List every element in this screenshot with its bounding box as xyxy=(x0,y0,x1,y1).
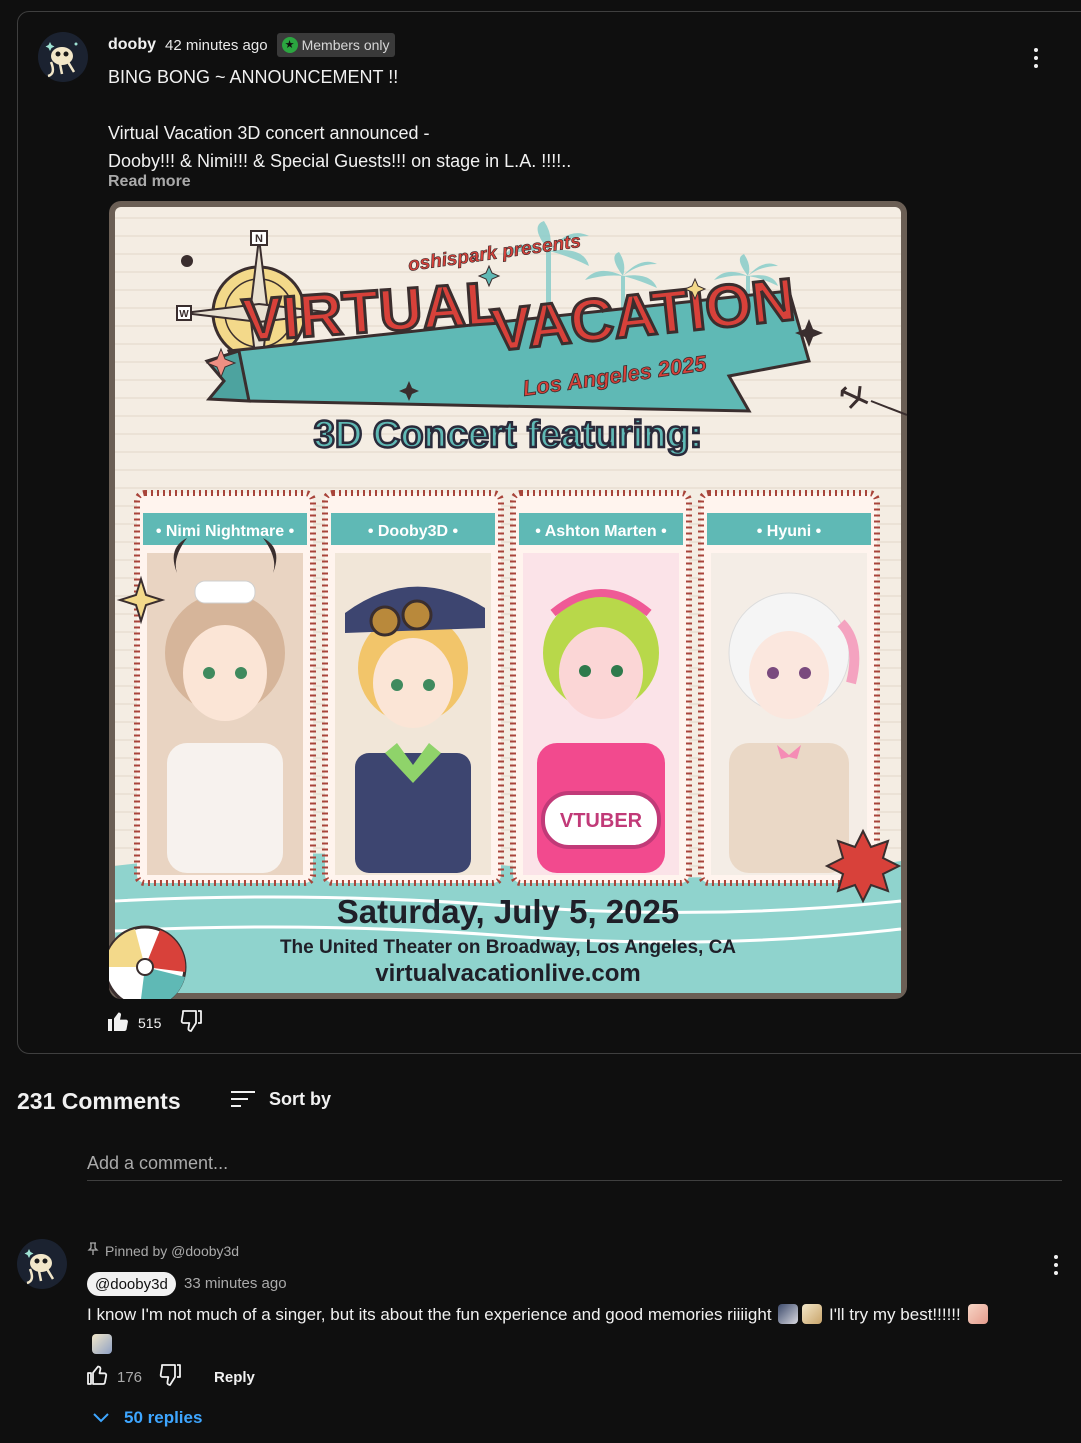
sort-icon[interactable] xyxy=(231,1089,257,1109)
comment-author-handle[interactable]: @dooby3d xyxy=(87,1272,176,1296)
pin-icon xyxy=(87,1242,99,1259)
comment-text-part-b: I'll try my best!!!!!! xyxy=(829,1305,961,1324)
performer-dooby: • Dooby3D • xyxy=(368,523,459,540)
replies-count: 50 replies xyxy=(124,1408,203,1427)
poster-headline: 3D Concert featuring: xyxy=(314,414,702,456)
post-text: BING BONG ~ ANNOUNCEMENT !! Virtual Vaca… xyxy=(108,63,571,175)
post-line: Dooby!!! & Nimi!!! & Special Guests!!! o… xyxy=(108,151,572,171)
view-replies-button[interactable]: 50 replies xyxy=(92,1408,202,1428)
emote-icon xyxy=(778,1304,799,1324)
comment-like-count: 176 xyxy=(117,1368,143,1386)
emote-icon xyxy=(92,1334,112,1354)
post-header: dooby 42 minutes ago ★ Members only xyxy=(108,33,395,57)
post-menu-kebab-icon[interactable] xyxy=(1021,43,1051,73)
comment-menu-kebab-icon[interactable] xyxy=(1041,1250,1071,1280)
shirt-text: VTUBER xyxy=(560,810,643,832)
pinned-label: Pinned by @dooby3d xyxy=(87,1242,239,1259)
thumb-down-icon[interactable] xyxy=(158,1363,182,1392)
post-line: Virtual Vacation 3D concert announced - xyxy=(108,123,430,143)
performer-nimi: • Nimi Nightmare • xyxy=(156,523,295,540)
post-image[interactable]: N W S oshispark presents VIRTUAL VACATIO… xyxy=(109,201,907,999)
post-like-count: 515 xyxy=(138,1015,162,1031)
thumb-up-icon[interactable] xyxy=(85,1363,109,1392)
comment-text: I know I'm not much of a singer, but its… xyxy=(87,1303,990,1327)
performer-ashton: • Ashton Marten • xyxy=(535,523,667,540)
pinned-text: Pinned by @dooby3d xyxy=(105,1242,240,1259)
add-comment-input[interactable]: Add a comment... xyxy=(87,1151,1062,1181)
post-like-row: 515 xyxy=(106,1009,203,1038)
comments-count: 231 Comments xyxy=(17,1088,181,1114)
reply-button[interactable]: Reply xyxy=(214,1369,255,1386)
comment-text-part-a: I know I'm not much of a singer, but its… xyxy=(87,1305,772,1324)
commenter-avatar[interactable] xyxy=(17,1239,67,1289)
poster-date: Saturday, July 5, 2025 xyxy=(337,893,679,930)
badge-label: Members only xyxy=(301,37,390,53)
thumb-down-icon[interactable] xyxy=(179,1009,203,1038)
compass-w: W xyxy=(179,309,189,320)
sort-by-button[interactable]: Sort by xyxy=(269,1089,331,1110)
chevron-down-icon xyxy=(92,1408,110,1428)
performer-hyuni: • Hyuni • xyxy=(757,523,822,540)
comment-actions: 176 Reply xyxy=(85,1363,255,1392)
channel-avatar[interactable] xyxy=(38,32,88,82)
poster-venue: The United Theater on Broadway, Los Ange… xyxy=(280,937,736,958)
read-more-link[interactable]: Read more xyxy=(108,173,191,191)
community-post: dooby 42 minutes ago ★ Members only BING… xyxy=(17,11,1081,1054)
members-icon: ★ xyxy=(281,37,298,53)
thumb-up-icon[interactable] xyxy=(106,1009,130,1038)
emote-icon xyxy=(802,1304,823,1324)
members-only-badge: ★ Members only xyxy=(276,33,395,57)
compass-n: N xyxy=(255,233,263,245)
poster-website: virtualvacationlive.com xyxy=(375,960,640,987)
comment-time[interactable]: 33 minutes ago xyxy=(184,1275,287,1292)
post-time[interactable]: 42 minutes ago xyxy=(165,37,268,54)
post-line: BING BONG ~ ANNOUNCEMENT !! xyxy=(108,67,399,87)
emote-icon xyxy=(967,1304,988,1324)
post-author[interactable]: dooby xyxy=(108,36,156,54)
